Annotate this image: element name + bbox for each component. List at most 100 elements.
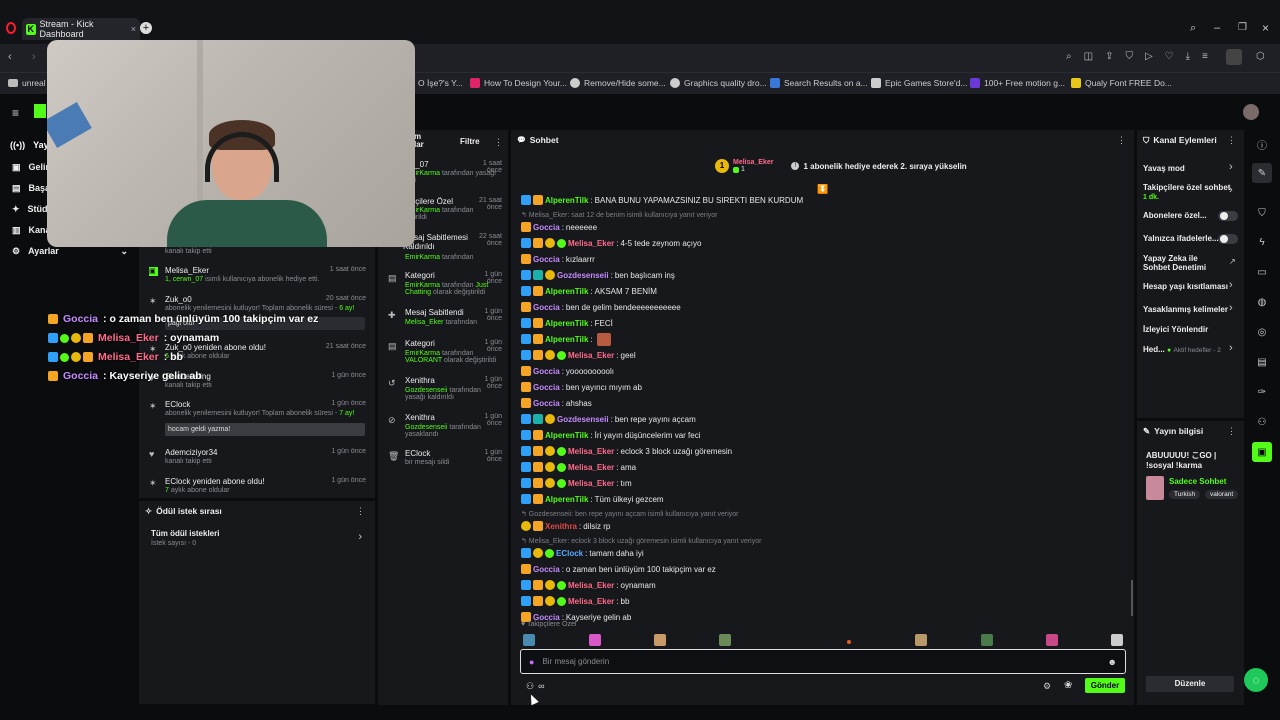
chat-username[interactable]: Melisa_Eker bbox=[568, 351, 614, 360]
chat-username[interactable]: Melisa_Eker bbox=[568, 479, 614, 488]
all-rewards-link[interactable]: Tüm ödül istekleri İstek sayısı - 0 › bbox=[151, 529, 366, 553]
chat-username[interactable]: AlperenTilk bbox=[545, 431, 588, 440]
chat-message[interactable]: Goccia: kızlaarrr bbox=[521, 252, 595, 266]
chat-message[interactable]: Melisa_Eker: bb bbox=[521, 594, 629, 608]
chat-username[interactable]: Goccia bbox=[533, 565, 560, 574]
emote-button[interactable] bbox=[915, 634, 927, 646]
chat-username[interactable]: Goccia bbox=[533, 399, 560, 408]
forward-button[interactable]: › bbox=[32, 51, 36, 63]
search-icon[interactable]: ⌕ bbox=[1066, 51, 1072, 62]
layout-icon[interactable]: ▤ bbox=[1252, 352, 1272, 372]
chat-username[interactable]: Melisa_Eker bbox=[568, 239, 614, 248]
wrench-icon[interactable]: ✑ bbox=[1252, 382, 1272, 402]
emote-button[interactable] bbox=[523, 634, 535, 646]
chat-username[interactable]: AlperenTilk bbox=[545, 335, 588, 344]
send-button[interactable]: Gönder bbox=[1085, 678, 1125, 693]
bookmark[interactable]: Qualy Font FREE Do... bbox=[1071, 78, 1172, 88]
mod-icon[interactable]: ⛉ bbox=[1252, 203, 1272, 223]
chat-username[interactable]: Melisa_Eker bbox=[568, 581, 614, 590]
chat-username[interactable]: AlperenTilk bbox=[545, 495, 588, 504]
heart-icon[interactable]: ♡ bbox=[1165, 51, 1174, 62]
chat-message[interactable]: AlperenTilk: BANA BUNU YAPAMAZSINIZ BU SI… bbox=[521, 193, 803, 207]
edit-button[interactable]: Düzenle bbox=[1146, 676, 1234, 692]
download-icon[interactable]: ⤓ bbox=[1186, 51, 1190, 62]
bookmark[interactable]: 100+ Free motion g... bbox=[970, 78, 1065, 88]
chat-username[interactable]: Goccia bbox=[533, 303, 560, 312]
mic-icon[interactable]: ● bbox=[529, 657, 534, 667]
chat-message[interactable]: Goccia: yooooooooolı bbox=[521, 364, 614, 378]
mod-log-menu-icon[interactable]: ⋮ bbox=[494, 137, 503, 148]
chat-username[interactable]: AlperenTilk bbox=[545, 196, 588, 205]
bookmark-folder[interactable]: unreal e bbox=[8, 78, 53, 88]
ai-moderation-option[interactable]: Yapay Zeka ile Sohbet Denetimi bbox=[1143, 254, 1225, 272]
support-chat-button[interactable]: ◌ bbox=[1244, 668, 1268, 692]
sidebar-item-revenue[interactable]: ▣ Gelir bbox=[12, 162, 49, 173]
chat-username[interactable]: Goccia bbox=[533, 255, 560, 264]
chat-username[interactable]: Goccia bbox=[533, 223, 560, 232]
chat-message[interactable]: Melisa_Eker: tım bbox=[521, 476, 632, 490]
chat-menu-icon[interactable]: ⋮ bbox=[1117, 135, 1126, 146]
sidebar-item-settings[interactable]: ⚙ Ayarlar ⌄ bbox=[12, 246, 128, 257]
kick-app-icon[interactable]: ▣ bbox=[1252, 442, 1272, 462]
emote-button[interactable] bbox=[1111, 634, 1123, 646]
users-icon[interactable]: ⚇ bbox=[1252, 412, 1272, 432]
menu-icon[interactable]: ≡ bbox=[1202, 51, 1208, 62]
chat-message[interactable]: Gozdesenseii: ben başlıcam inş bbox=[521, 268, 675, 282]
emote-button[interactable] bbox=[981, 634, 993, 646]
emote-button[interactable] bbox=[847, 640, 851, 644]
broadcast-icon[interactable]: ◎ bbox=[1252, 322, 1272, 342]
stream-info-menu-icon[interactable]: ⋮ bbox=[1227, 426, 1236, 437]
chat-message[interactable]: AlperenTilk: FECİ bbox=[521, 316, 613, 330]
chat-username[interactable]: Xenithra bbox=[545, 522, 577, 531]
chat-message[interactable]: Goccia: neeeeee bbox=[521, 220, 597, 234]
goals-option[interactable]: Hed... ● Aktif hedefler - 2 bbox=[1143, 345, 1221, 354]
profile-avatar[interactable] bbox=[1226, 49, 1242, 65]
emote-button[interactable] bbox=[719, 634, 731, 646]
sidebar-item-studio[interactable]: ✦ Stüd bbox=[12, 204, 48, 215]
emoji-icon[interactable]: ☻ bbox=[1108, 657, 1117, 667]
bookmark[interactable]: How To Design Your... bbox=[470, 78, 567, 88]
emote-button[interactable] bbox=[654, 634, 666, 646]
followers-chat-option[interactable]: Takipçilere özel sohbet 1 dk. bbox=[1143, 183, 1235, 202]
gift-button[interactable]: ❀ bbox=[1064, 680, 1072, 691]
chat-message[interactable]: Melisa_Eker:4-5 tede zeynom açıyo bbox=[521, 236, 701, 250]
chat-scrollbar[interactable] bbox=[1131, 580, 1133, 616]
document-icon[interactable]: ▭ bbox=[1252, 262, 1272, 282]
chat-message[interactable]: Goccia: ben yayıncı mıyım ab bbox=[521, 380, 642, 394]
chat-message[interactable]: Goccia: ben de gelim bendeeeeeeeeeee bbox=[521, 300, 681, 314]
bolt-icon[interactable]: ϟ bbox=[1252, 232, 1272, 252]
new-tab-button[interactable]: + bbox=[140, 22, 152, 34]
menu-icon[interactable]: ≡ bbox=[12, 106, 19, 120]
bookmark[interactable]: Search Results on a... bbox=[770, 78, 868, 88]
maximize-button[interactable]: ❐ bbox=[1238, 22, 1247, 33]
chat-message[interactable]: AlperenTilk: bbox=[521, 332, 611, 346]
chat-icon[interactable]: ◍ bbox=[1252, 292, 1272, 312]
camera-icon[interactable]: ◫ bbox=[1084, 51, 1093, 62]
close-icon[interactable]: × bbox=[131, 24, 136, 34]
chat-username[interactable]: Melisa_Eker bbox=[568, 597, 614, 606]
close-window-button[interactable]: × bbox=[1262, 21, 1269, 35]
chat-message[interactable]: AlperenTilk: İri yayın düşüncelerim var f… bbox=[521, 428, 700, 442]
chat-message[interactable]: Melisa_Eker: geel bbox=[521, 348, 636, 362]
raid-option[interactable]: İzleyici Yönlendir bbox=[1143, 325, 1208, 334]
banned-words-option[interactable]: Yasaklanmış kelimeler bbox=[1143, 305, 1228, 314]
filter-button[interactable]: Filtre bbox=[460, 137, 480, 146]
chat-settings-icon[interactable]: ⚙ bbox=[1043, 681, 1051, 692]
actions-menu-icon[interactable]: ⋮ bbox=[1227, 135, 1236, 146]
chat-username[interactable]: Goccia bbox=[533, 383, 560, 392]
chat-username[interactable]: AlperenTilk bbox=[545, 319, 588, 328]
browser-tab[interactable]: K Stream - Kick Dashboard × bbox=[22, 18, 140, 40]
chat-input[interactable]: ● Bir mesaj gönderin ☻ bbox=[520, 649, 1126, 674]
play-icon[interactable]: ▷ bbox=[1145, 51, 1153, 62]
user-avatar[interactable] bbox=[1243, 104, 1259, 120]
emote-button[interactable] bbox=[589, 634, 601, 646]
shield-icon[interactable]: ⛉ bbox=[1125, 51, 1133, 62]
chat-username[interactable]: AlperenTilk bbox=[545, 287, 588, 296]
chat-username[interactable]: Gozdesenseii bbox=[557, 271, 609, 280]
info-icon[interactable]: ⓘ bbox=[1252, 134, 1272, 154]
chat-username[interactable]: EClock bbox=[556, 549, 583, 558]
bookmark[interactable]: Epic Games Store'd... bbox=[871, 78, 967, 88]
rewards-menu-icon[interactable]: ⋮ bbox=[356, 506, 365, 517]
search-icon[interactable]: ⌕ bbox=[1190, 22, 1196, 35]
subscribers-only-toggle[interactable] bbox=[1218, 211, 1238, 221]
